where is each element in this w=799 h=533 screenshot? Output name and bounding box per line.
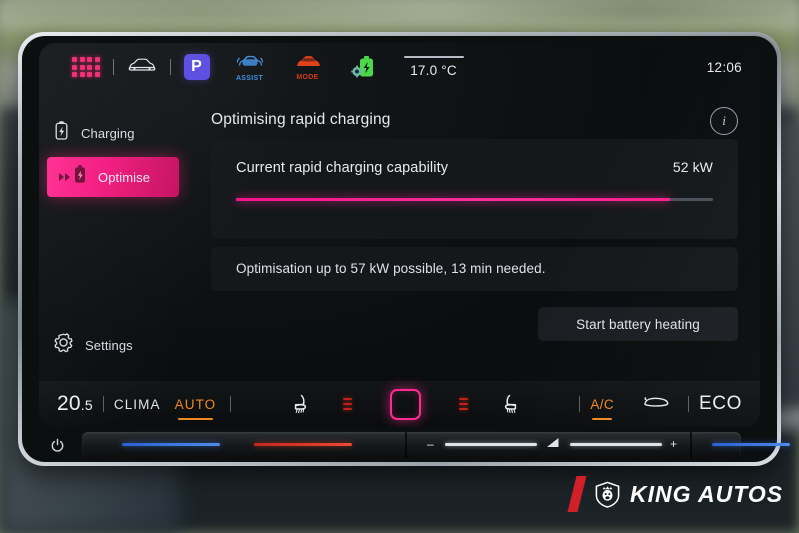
- climate-divider-2: [230, 396, 232, 412]
- driver-temp-up-slider[interactable]: [254, 443, 352, 446]
- mode-label: MODE: [296, 74, 319, 81]
- status-divider-1: [112, 59, 114, 75]
- assist-car-icon: [236, 53, 264, 75]
- heated-seat-right-icon[interactable]: [498, 392, 524, 416]
- battery-gear-icon[interactable]: [346, 54, 378, 80]
- ac-button[interactable]: A/C: [590, 397, 614, 420]
- assist-label: ASSIST: [235, 74, 264, 82]
- capability-value: 52 kW: [672, 159, 713, 175]
- mode-car-icon: [294, 53, 322, 75]
- volume-minus-glyph[interactable]: –: [427, 437, 434, 451]
- volume-slider-left[interactable]: [445, 443, 537, 446]
- sidebar-item-label: Charging: [81, 125, 135, 141]
- volume-plus-glyph[interactable]: +: [670, 437, 677, 451]
- gear-icon: [53, 332, 74, 358]
- start-battery-heating-button[interactable]: Start battery heating: [538, 307, 738, 341]
- sidebar-item-label: Settings: [85, 337, 133, 353]
- volume-icon: [545, 436, 561, 453]
- heat-level-indicator-right[interactable]: [458, 397, 468, 411]
- climate-temperature[interactable]: 20.5: [57, 392, 93, 416]
- auto-climate-button[interactable]: AUTO: [175, 397, 217, 420]
- park-badge[interactable]: P: [183, 54, 210, 80]
- climate-temperature-dec: .5: [80, 397, 93, 413]
- battery-boost-icon: [72, 164, 88, 190]
- status-bar: P ASSIST MODE 17.0 °C 12:06: [39, 43, 760, 91]
- infotainment-head-unit: P ASSIST MODE 17.0 °C 12:06 Charging Opt…: [18, 32, 790, 466]
- touch-bar-seam-right: [690, 432, 692, 458]
- assist-button[interactable]: ASSIST: [230, 53, 270, 82]
- temperature-display[interactable]: 17.0 °C: [403, 56, 464, 78]
- sidebar-item-optimise[interactable]: Optimise: [47, 157, 179, 197]
- background-treeline: [0, 0, 799, 24]
- status-divider-2: [169, 59, 171, 75]
- clock: 12:06: [706, 59, 742, 75]
- optimisation-note: Optimisation up to 57 kW possible, 13 mi…: [236, 261, 546, 276]
- boost-arrows-icon: [59, 173, 70, 181]
- touchscreen-display[interactable]: P ASSIST MODE 17.0 °C 12:06 Charging Opt…: [39, 43, 760, 427]
- temperature-slider-indicator: [403, 56, 464, 58]
- king-autos-shield-icon: [594, 481, 621, 508]
- climate-divider-4: [688, 396, 690, 412]
- windshield-defrost-icon[interactable]: [640, 393, 672, 416]
- sidebar-item-settings[interactable]: Settings: [53, 327, 133, 363]
- power-icon[interactable]: [50, 438, 65, 453]
- heat-level-indicator-left[interactable]: [342, 397, 352, 411]
- climate-divider-1: [102, 396, 104, 412]
- volume-slider-right[interactable]: [570, 443, 662, 446]
- climate-fan-button[interactable]: [389, 388, 421, 420]
- car-front-icon[interactable]: [127, 57, 157, 78]
- climate-temperature-int: 20: [57, 392, 81, 415]
- touch-bar-seam-left: [405, 432, 407, 458]
- climate-divider-3: [579, 396, 581, 412]
- eco-button[interactable]: ECO: [699, 393, 742, 415]
- physical-touch-bar: – +: [22, 430, 790, 462]
- passenger-temp-down-slider[interactable]: [712, 443, 790, 446]
- capability-label: Current rapid charging capability: [236, 160, 449, 176]
- drive-mode-button[interactable]: MODE: [288, 53, 328, 81]
- watermark-text: KING AUTOS: [630, 480, 784, 507]
- charging-capability-card: Current rapid charging capability 52 kW: [211, 139, 738, 239]
- sidebar-item-label: Optimise: [98, 169, 151, 185]
- page-title: Optimising rapid charging: [211, 111, 391, 128]
- clima-button[interactable]: CLIMA: [114, 397, 161, 412]
- battery-charging-icon: [53, 120, 70, 146]
- optimisation-note-card: Optimisation up to 57 kW possible, 13 mi…: [211, 247, 738, 291]
- driver-temp-down-slider[interactable]: [122, 443, 220, 446]
- capability-row: Current rapid charging capability 52 kW: [236, 159, 713, 176]
- outside-temperature: 17.0 °C: [410, 63, 457, 78]
- grid-apps-icon[interactable]: [72, 57, 100, 77]
- heated-seat-left-icon[interactable]: [287, 392, 313, 416]
- sidebar-item-charging[interactable]: Charging: [53, 115, 135, 151]
- capability-progress-track: [236, 198, 713, 201]
- capability-progress-fill: [236, 198, 671, 201]
- main-content: Optimising rapid charging i Current rapi…: [199, 91, 760, 381]
- info-icon[interactable]: i: [710, 107, 738, 135]
- sidebar: Charging Optimise Settings: [39, 91, 199, 381]
- climate-control-bar: 20.5 CLIMA AUTO A/C ECO: [39, 381, 760, 427]
- watermark: KING AUTOS: [567, 476, 784, 512]
